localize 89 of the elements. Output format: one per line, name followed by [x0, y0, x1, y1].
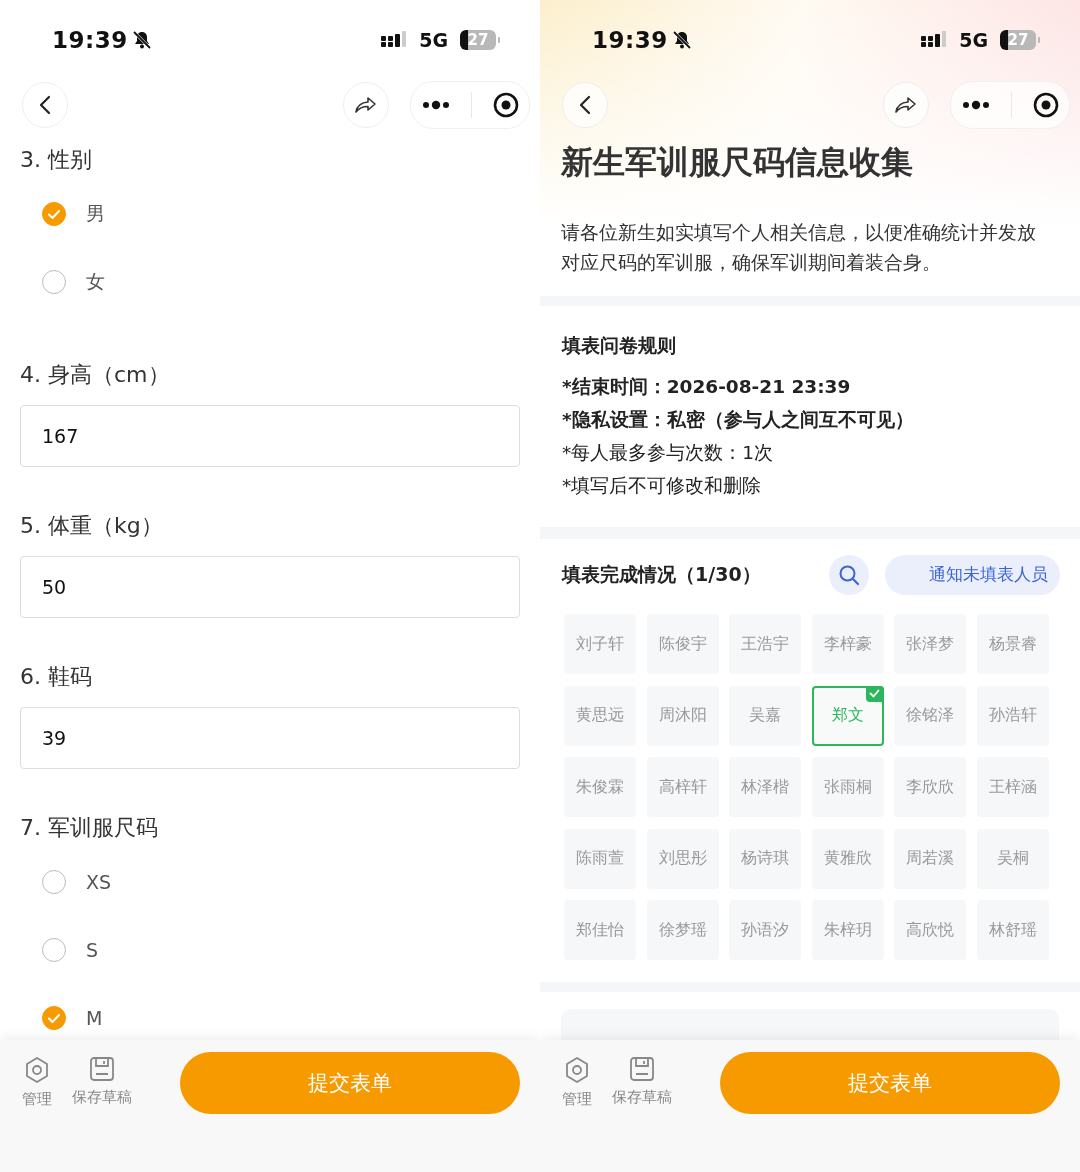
save-icon	[89, 1056, 115, 1082]
option-label[interactable]: S	[86, 939, 99, 961]
notify-button[interactable]: 通知未填表人员	[885, 555, 1060, 595]
person-chip[interactable]: 郑佳怡	[564, 900, 636, 960]
person-chip[interactable]: 高梓轩	[646, 757, 719, 817]
question-label: 7. 军训服尺码	[20, 814, 159, 842]
option-label[interactable]: 女	[86, 269, 105, 295]
submit-button[interactable]: 提交表单	[180, 1052, 520, 1114]
search-icon	[838, 564, 860, 586]
network-label: 5G	[419, 29, 448, 51]
input-field[interactable]: 167	[20, 405, 520, 467]
person-chip[interactable]: 郑文	[811, 685, 884, 746]
check-icon	[47, 208, 61, 220]
share-icon	[354, 95, 378, 115]
person-chip[interactable]: 李梓豪	[811, 614, 884, 674]
share-button[interactable]	[343, 82, 389, 128]
person-chip[interactable]: 孙语汐	[729, 900, 802, 960]
toolbar-button[interactable]: 保存草稿	[612, 1052, 672, 1111]
question-label: 4. 身高（cm）	[20, 361, 171, 389]
toolbar-button[interactable]: 管理	[22, 1052, 52, 1113]
person-chip[interactable]: 杨诗琪	[729, 828, 802, 889]
person-chip[interactable]: 吴嘉	[729, 685, 802, 746]
back-button[interactable]	[22, 82, 68, 128]
person-chip[interactable]: 刘思彤	[646, 828, 719, 889]
back-icon	[578, 94, 592, 116]
back-button[interactable]	[562, 82, 608, 128]
person-chip[interactable]: 李欣欣	[894, 757, 967, 817]
signal-icon	[381, 31, 408, 49]
radio-button[interactable]	[42, 1006, 66, 1030]
person-chip[interactable]: 黄思远	[564, 685, 636, 746]
bell-muted-icon	[671, 30, 692, 50]
question-label: 6. 鞋码	[20, 663, 93, 691]
option-label[interactable]: XS	[86, 871, 112, 893]
check-icon	[865, 685, 884, 702]
submit-button[interactable]: 提交表单	[720, 1052, 1060, 1114]
network-label: 5G	[959, 29, 988, 51]
person-chip[interactable]: 林舒瑶	[976, 900, 1049, 960]
back-icon	[38, 94, 52, 116]
person-chip[interactable]: 刘子轩	[564, 614, 636, 674]
person-chip[interactable]: 陈雨萱	[564, 828, 636, 889]
rule-text: *结束时间：2026-08-21 23:39	[562, 375, 852, 399]
rule-text: *隐私设置：私密（参与人之间互不可见）	[562, 408, 915, 432]
person-chip[interactable]: 徐铭泽	[894, 685, 967, 746]
person-chip[interactable]: 周若溪	[894, 828, 967, 889]
toolbar-button[interactable]: 保存草稿	[72, 1052, 132, 1111]
input-field[interactable]: 50	[20, 556, 520, 618]
option-label[interactable]: M	[86, 1007, 103, 1029]
person-chip[interactable]: 吴桐	[976, 828, 1049, 889]
question-label: 3. 性别	[20, 146, 93, 174]
person-chip[interactable]: 高欣悦	[894, 900, 967, 960]
settings-icon	[24, 1056, 50, 1084]
more-icon[interactable]	[421, 100, 450, 110]
person-chip[interactable]: 林泽楷	[729, 757, 802, 817]
section-title: 填表完成情况（1/30）	[562, 562, 762, 587]
option-label[interactable]: 男	[86, 201, 105, 227]
input-field[interactable]: 39	[20, 707, 520, 769]
person-chip[interactable]: 朱俊霖	[564, 757, 636, 817]
person-chip[interactable]: 黄雅欣	[811, 828, 884, 889]
save-icon	[629, 1056, 655, 1082]
person-chip[interactable]: 王浩宇	[729, 614, 802, 674]
person-chip[interactable]: 徐梦瑶	[646, 900, 719, 960]
person-chip[interactable]: 杨景睿	[976, 614, 1049, 674]
more-icon[interactable]	[961, 100, 990, 110]
share-icon	[894, 95, 918, 115]
person-chip[interactable]: 朱梓玥	[811, 900, 884, 960]
person-chip[interactable]: 张雨桐	[811, 757, 884, 817]
person-chip[interactable]: 周沐阳	[646, 685, 719, 746]
person-chip[interactable]: 王梓涵	[976, 757, 1049, 817]
person-chip[interactable]: 张泽梦	[894, 614, 967, 674]
page-title: 新生军训服尺码信息收集	[561, 141, 914, 183]
section-title: 填表问卷规则	[562, 333, 677, 358]
toolbar-button[interactable]: 管理	[562, 1052, 592, 1113]
status-time: 19:39	[52, 27, 128, 53]
status-time: 19:39	[592, 27, 668, 53]
close-icon[interactable]	[1032, 92, 1059, 118]
search-button[interactable]	[829, 555, 869, 595]
close-icon[interactable]	[492, 92, 519, 118]
rule-text: *填写后不可修改和删除	[562, 474, 763, 498]
radio-button[interactable]	[42, 202, 66, 226]
signal-icon	[921, 31, 948, 49]
person-chip[interactable]: 孙浩轩	[976, 685, 1049, 746]
check-icon	[47, 1012, 61, 1024]
person-chip[interactable]: 陈俊宇	[646, 614, 719, 674]
description-text: 请各位新生如实填写个人相关信息，以便准确统计并发放对应尺码的军训服，确保军训期间着装合身。	[561, 221, 1037, 275]
share-button[interactable]	[883, 82, 929, 128]
settings-icon	[564, 1056, 590, 1084]
rule-text: *每人最多参与次数：1次	[562, 441, 775, 465]
bell-muted-icon	[131, 30, 152, 50]
question-label: 5. 体重（kg）	[20, 512, 164, 540]
